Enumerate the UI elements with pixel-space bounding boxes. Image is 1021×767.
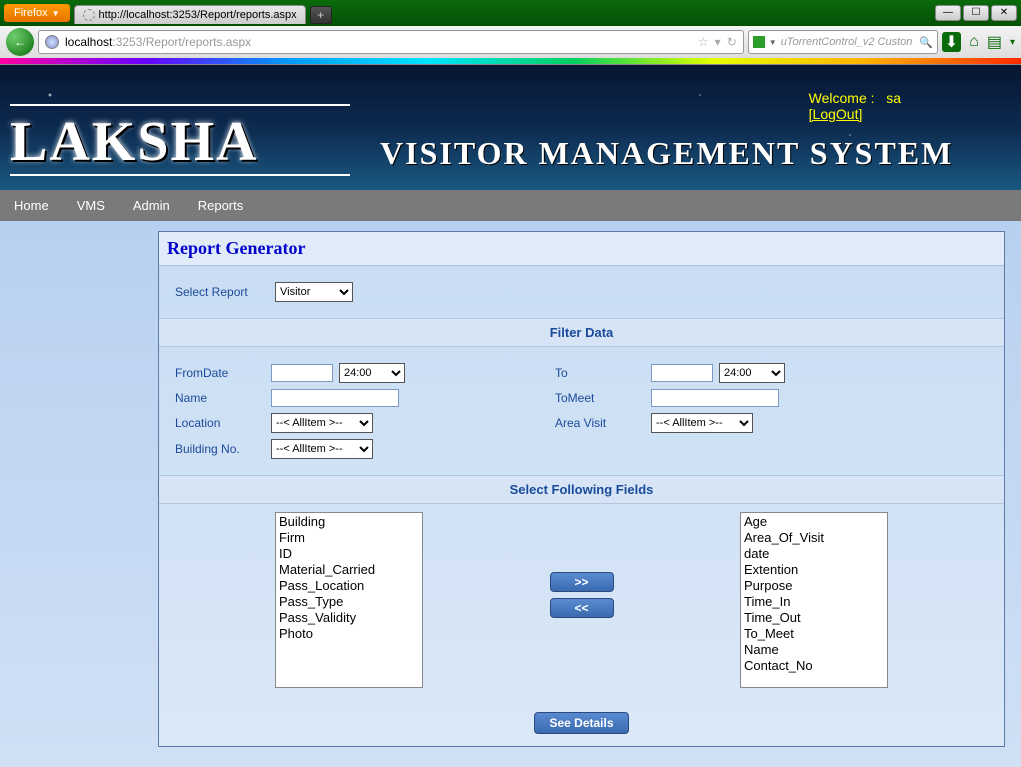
list-item[interactable]: Pass_Location xyxy=(277,578,421,594)
select-report-dropdown[interactable]: Visitor xyxy=(275,282,353,302)
list-item[interactable]: Area_Of_Visit xyxy=(742,530,886,546)
minimize-button[interactable]: — xyxy=(935,5,961,21)
downloads-icon[interactable]: ⬇ xyxy=(942,32,961,52)
list-item[interactable]: date xyxy=(742,546,886,562)
todate-input[interactable] xyxy=(651,364,713,382)
menubar: Home VMS Admin Reports xyxy=(0,190,1021,221)
selected-fields-listbox[interactable]: Age Area_Of_Visit date Extention Purpose… xyxy=(740,512,888,688)
home-icon[interactable]: ⌂ xyxy=(969,33,979,51)
list-item[interactable]: Age xyxy=(742,514,886,530)
url-bar[interactable]: localhost:3253/Report/reports.aspx ☆ ▾ ↻ xyxy=(38,30,744,54)
maximize-button[interactable]: ☐ xyxy=(963,5,989,21)
building-dropdown[interactable]: --< AllItem >-- xyxy=(271,439,373,459)
name-label: Name xyxy=(175,391,265,405)
browser-chrome: Firefox ▼ http://localhost:3253/Report/r… xyxy=(0,0,1021,65)
filter-data-head: Filter Data xyxy=(159,318,1004,347)
nav-toolbar: ← localhost:3253/Report/reports.aspx ☆ ▾… xyxy=(0,26,1021,58)
firefox-label: Firefox xyxy=(14,7,48,19)
move-right-button[interactable]: >> xyxy=(550,572,614,592)
welcome-block: Welcome : sa [LogOut] xyxy=(809,90,901,122)
fromdate-label: FromDate xyxy=(175,366,265,380)
areavisit-dropdown[interactable]: --< AllItem >-- xyxy=(651,413,753,433)
list-item[interactable]: Pass_Validity xyxy=(277,610,421,626)
url-path: /Report/reports.aspx xyxy=(142,35,251,49)
globe-icon xyxy=(83,9,95,21)
areavisit-label: Area Visit xyxy=(555,416,645,430)
search-box[interactable]: ▼ uTorrentControl_v2 Custon 🔍 xyxy=(748,30,938,54)
page-subtitle: VISITOR MANAGEMENT SYSTEM xyxy=(380,135,953,172)
globe-icon xyxy=(45,35,59,49)
tomeet-label: ToMeet xyxy=(555,391,645,405)
firefox-menu-button[interactable]: Firefox ▼ xyxy=(4,4,70,22)
logout-link[interactable]: [LogOut] xyxy=(809,106,863,122)
list-item[interactable]: Building xyxy=(277,514,421,530)
url-host: localhost xyxy=(65,35,112,49)
tab-title: http://localhost:3253/Report/reports.asp… xyxy=(99,9,297,21)
chevron-down-icon: ▼ xyxy=(52,9,60,18)
report-panel: Report Generator Select Report Visitor F… xyxy=(158,231,1005,747)
select-fields-head: Select Following Fields xyxy=(159,475,1004,504)
list-item[interactable]: Contact_No xyxy=(742,658,886,674)
more-icon[interactable]: ▾ xyxy=(1010,37,1015,48)
to-label: To xyxy=(555,366,645,380)
list-item[interactable]: Name xyxy=(742,642,886,658)
page: LAKSHA VISITOR MANAGEMENT SYSTEM Welcome… xyxy=(0,65,1021,767)
content: Report Generator Select Report Visitor F… xyxy=(0,221,1021,767)
list-item[interactable]: ID xyxy=(277,546,421,562)
toolbar-icons: ⬇ ⌂ ▤ ▾ xyxy=(942,32,1015,52)
menu-reports[interactable]: Reports xyxy=(198,198,244,213)
welcome-user: sa xyxy=(886,90,901,106)
menu-home[interactable]: Home xyxy=(14,198,49,213)
list-item[interactable]: To_Meet xyxy=(742,626,886,642)
welcome-label: Welcome : xyxy=(809,90,875,106)
panel-title: Report Generator xyxy=(159,232,1004,266)
rainbow-divider xyxy=(0,58,1021,64)
close-button[interactable]: ✕ xyxy=(991,5,1017,21)
bookmarks-icon[interactable]: ▤ xyxy=(987,32,1002,52)
menu-admin[interactable]: Admin xyxy=(133,198,170,213)
list-item[interactable]: Time_Out xyxy=(742,610,886,626)
list-item[interactable]: Purpose xyxy=(742,578,886,594)
list-item[interactable]: Photo xyxy=(277,626,421,642)
location-dropdown[interactable]: --< AllItem >-- xyxy=(271,413,373,433)
select-report-label: Select Report xyxy=(175,285,275,299)
building-label: Building No. xyxy=(175,442,265,456)
reload-icon[interactable]: ↻ xyxy=(727,35,737,49)
window-controls: — ☐ ✕ xyxy=(935,5,1021,21)
logo: LAKSHA xyxy=(10,110,259,174)
search-placeholder: uTorrentControl_v2 Custon xyxy=(781,36,915,48)
back-button[interactable]: ← xyxy=(6,28,34,56)
move-left-button[interactable]: << xyxy=(550,598,614,618)
tab-strip: Firefox ▼ http://localhost:3253/Report/r… xyxy=(0,0,1021,26)
dual-list: Building Firm ID Material_Carried Pass_L… xyxy=(159,504,1004,704)
location-label: Location xyxy=(175,416,265,430)
menu-vms[interactable]: VMS xyxy=(77,198,105,213)
fromtime-dropdown[interactable]: 24:00 xyxy=(339,363,405,383)
search-engine-icon xyxy=(753,36,765,48)
url-port: :3253 xyxy=(112,35,142,49)
bookmark-star-icon[interactable]: ☆ xyxy=(698,35,709,49)
name-input[interactable] xyxy=(271,389,399,407)
search-icon[interactable]: 🔍 xyxy=(919,36,933,49)
see-details-button[interactable]: See Details xyxy=(534,712,628,734)
banner: LAKSHA VISITOR MANAGEMENT SYSTEM Welcome… xyxy=(0,65,1021,190)
list-item[interactable]: Firm xyxy=(277,530,421,546)
chevron-down-icon[interactable]: ▼ xyxy=(769,38,777,47)
available-fields-listbox[interactable]: Building Firm ID Material_Carried Pass_L… xyxy=(275,512,423,688)
url-text: localhost:3253/Report/reports.aspx xyxy=(59,35,698,49)
browser-tab[interactable]: http://localhost:3253/Report/reports.asp… xyxy=(74,5,306,24)
tomeet-input[interactable] xyxy=(651,389,779,407)
fromdate-input[interactable] xyxy=(271,364,333,382)
totime-dropdown[interactable]: 24:00 xyxy=(719,363,785,383)
list-item[interactable]: Material_Carried xyxy=(277,562,421,578)
list-item[interactable]: Extention xyxy=(742,562,886,578)
list-item[interactable]: Time_In xyxy=(742,594,886,610)
new-tab-button[interactable]: + xyxy=(310,6,332,24)
history-dropdown-icon[interactable]: ▾ xyxy=(715,35,721,49)
list-item[interactable]: Pass_Type xyxy=(277,594,421,610)
